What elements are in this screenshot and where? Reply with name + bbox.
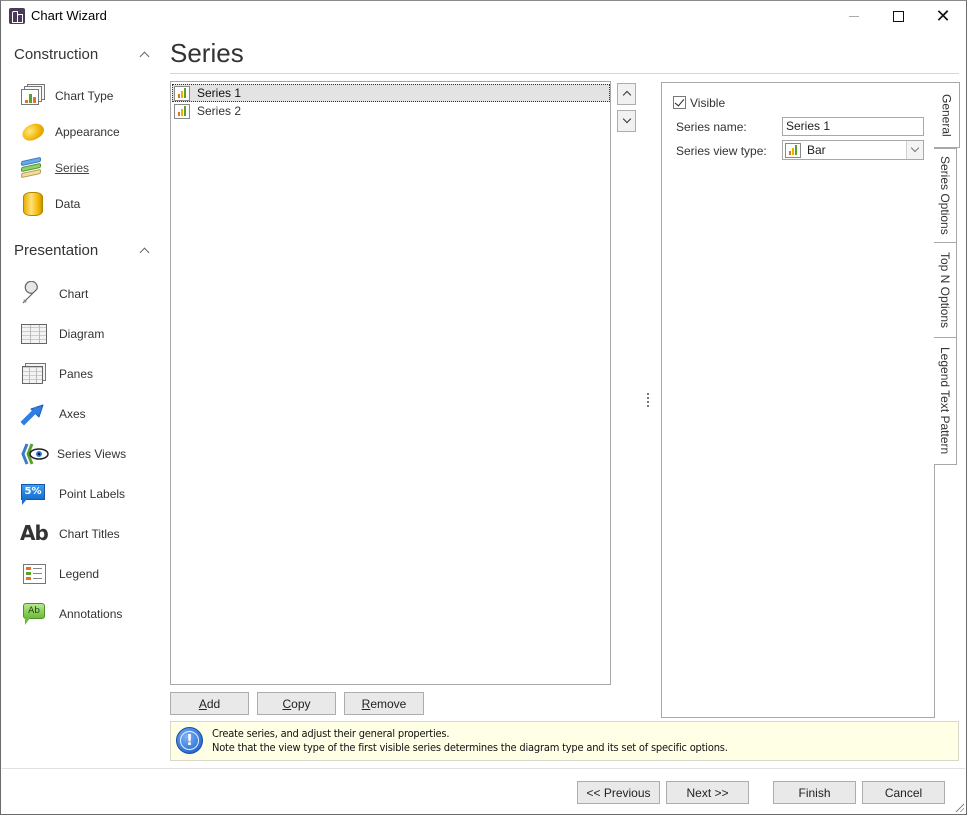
sidebar-item-label: Chart xyxy=(59,287,89,301)
window-title: Chart Wizard xyxy=(31,8,107,23)
chart-titles-icon: Ab xyxy=(20,521,49,545)
sidebar-item-appearance[interactable]: Appearance xyxy=(19,118,159,146)
bar-series-icon xyxy=(174,103,190,119)
sidebar-item-axes[interactable]: Axes xyxy=(19,400,159,428)
move-up-button[interactable] xyxy=(617,83,636,105)
sidebar-item-label: Series Views xyxy=(57,447,127,461)
database-icon xyxy=(19,191,47,217)
sidebar-item-chart[interactable]: Chart xyxy=(19,280,159,308)
sidebar-item-annotations[interactable]: Ab Annotations xyxy=(19,600,159,628)
bar-series-icon xyxy=(785,142,801,158)
sidebar-item-diagram[interactable]: Diagram xyxy=(19,320,159,348)
series-name-input[interactable]: Series 1 xyxy=(782,117,924,136)
series-name: Series 1 xyxy=(197,86,242,100)
sidebar-item-chart-titles[interactable]: Ab Chart Titles xyxy=(19,520,159,548)
series-list-item[interactable]: Series 2 xyxy=(172,102,610,120)
next-button[interactable]: Next >> xyxy=(666,781,749,804)
series-icon xyxy=(19,155,47,181)
chevron-down-icon[interactable] xyxy=(906,141,923,159)
title-divider xyxy=(170,73,959,74)
collapse-presentation-icon[interactable] xyxy=(139,245,151,257)
visible-checkbox[interactable] xyxy=(673,96,686,109)
minimize-button[interactable] xyxy=(831,1,877,31)
visible-label: Visible xyxy=(690,96,726,110)
view-type-dropdown[interactable]: Bar xyxy=(782,140,924,160)
diagram-icon xyxy=(19,321,47,347)
sidebar-item-label: Axes xyxy=(59,407,86,421)
tab-top-n-options[interactable]: Top N Options xyxy=(934,242,957,338)
tab-general[interactable]: General xyxy=(934,82,960,148)
info-hint-bar: Create series, and adjust their general … xyxy=(170,721,959,761)
wrench-icon xyxy=(19,280,47,307)
close-button[interactable]: ✕ xyxy=(920,1,966,31)
resize-grip[interactable] xyxy=(954,802,964,812)
sidebar-item-label: Annotations xyxy=(59,607,123,621)
chart-wizard-window: Chart Wizard ✕ Construction Chart Type A… xyxy=(0,0,967,815)
sidebar-item-series-views[interactable]: Series Views xyxy=(19,440,159,468)
sidebar-item-label: Point Labels xyxy=(59,487,126,501)
sidebar-item-label: Diagram xyxy=(59,327,105,341)
copy-series-button[interactable]: Copy xyxy=(257,692,336,715)
series-list[interactable]: Series 1 Series 2 xyxy=(170,81,611,685)
sidebar-item-legend[interactable]: Legend xyxy=(19,560,159,588)
sidebar-item-label: Panes xyxy=(59,367,94,381)
tab-series-options[interactable]: Series Options xyxy=(934,148,957,243)
view-type-label: Series view type: xyxy=(676,144,767,158)
chart-type-icon xyxy=(19,83,47,109)
view-type-value: Bar xyxy=(807,143,826,157)
sidebar-item-label: Appearance xyxy=(55,125,120,139)
app-icon xyxy=(9,8,25,24)
bar-series-icon xyxy=(174,85,190,101)
previous-button[interactable]: << Previous xyxy=(577,781,660,804)
sidebar-item-data[interactable]: Data xyxy=(19,190,159,218)
info-icon xyxy=(176,727,203,754)
sidebar-item-label: Data xyxy=(55,197,81,211)
group-header-construction[interactable]: Construction xyxy=(14,46,98,63)
minimize-icon xyxy=(849,15,859,17)
panel-splitter-handle[interactable] xyxy=(647,393,651,407)
maximize-icon xyxy=(892,10,904,22)
sidebar-item-chart-type[interactable]: Chart Type xyxy=(19,82,159,110)
sidebar-item-point-labels[interactable]: 5% Point Labels xyxy=(19,480,159,508)
panes-icon xyxy=(19,361,47,387)
series-list-item[interactable]: Series 1 xyxy=(172,84,610,102)
sidebar-item-label: Legend xyxy=(59,567,100,581)
cancel-button[interactable]: Cancel xyxy=(862,781,945,804)
page-title: Series xyxy=(170,38,244,68)
axes-arrow-icon xyxy=(19,401,47,427)
sidebar-item-label: Series xyxy=(55,161,90,175)
sidebar-item-label: Chart Type xyxy=(55,89,114,103)
sidebar-item-panes[interactable]: Panes xyxy=(19,360,159,388)
series-name: Series 2 xyxy=(197,104,242,118)
tab-legend-text-pattern[interactable]: Legend Text Pattern xyxy=(934,337,957,465)
group-header-presentation[interactable]: Presentation xyxy=(14,242,98,259)
sidebar-item-label: Chart Titles xyxy=(59,527,120,541)
series-name-label: Series name: xyxy=(676,120,747,134)
annotations-icon: Ab xyxy=(19,601,47,627)
maximize-button[interactable] xyxy=(875,1,921,31)
series-views-icon xyxy=(19,441,49,467)
sidebar-item-series[interactable]: Series xyxy=(19,154,159,182)
collapse-construction-icon[interactable] xyxy=(139,49,151,61)
palette-icon xyxy=(19,119,47,145)
footer-divider xyxy=(2,768,965,769)
move-down-button[interactable] xyxy=(617,110,636,132)
info-text: Create series, and adjust their general … xyxy=(212,727,728,754)
point-labels-icon: 5% xyxy=(19,481,47,507)
series-properties-panel xyxy=(661,82,935,718)
remove-series-button[interactable]: Remove xyxy=(344,692,424,715)
title-bar: Chart Wizard ✕ xyxy=(1,1,966,31)
legend-icon xyxy=(19,561,47,587)
finish-button[interactable]: Finish xyxy=(773,781,856,804)
add-series-button[interactable]: Add xyxy=(170,692,249,715)
close-icon: ✕ xyxy=(935,5,951,27)
